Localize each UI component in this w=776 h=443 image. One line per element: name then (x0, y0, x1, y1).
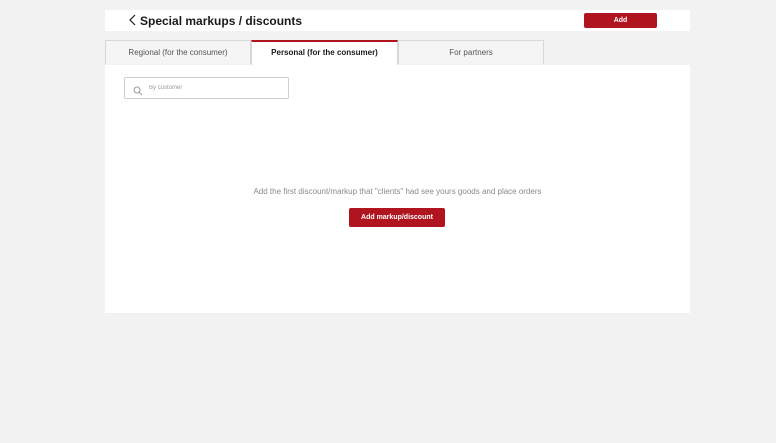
search-icon (133, 83, 143, 96)
search-input[interactable] (149, 80, 284, 96)
tab-personal[interactable]: Personal (for the consumer) (251, 40, 398, 65)
add-button[interactable]: Add (584, 13, 657, 28)
chevron-left-icon[interactable] (127, 13, 139, 27)
empty-state-message: Add the first discount/markup that "clie… (253, 187, 542, 196)
search-field[interactable] (124, 77, 289, 99)
page-header: Special markups / discounts Add (105, 10, 690, 31)
tab-regional[interactable]: Regional (for the consumer) (105, 40, 251, 64)
tab-for-partners[interactable]: For partners (398, 40, 544, 64)
tab-bar: Regional (for the consumer) Personal (fo… (105, 40, 690, 65)
add-markup-discount-button[interactable]: Add markup/discount (349, 208, 445, 227)
content-panel: Add the first discount/markup that "clie… (105, 65, 690, 313)
page-title: Special markups / discounts (140, 14, 303, 28)
